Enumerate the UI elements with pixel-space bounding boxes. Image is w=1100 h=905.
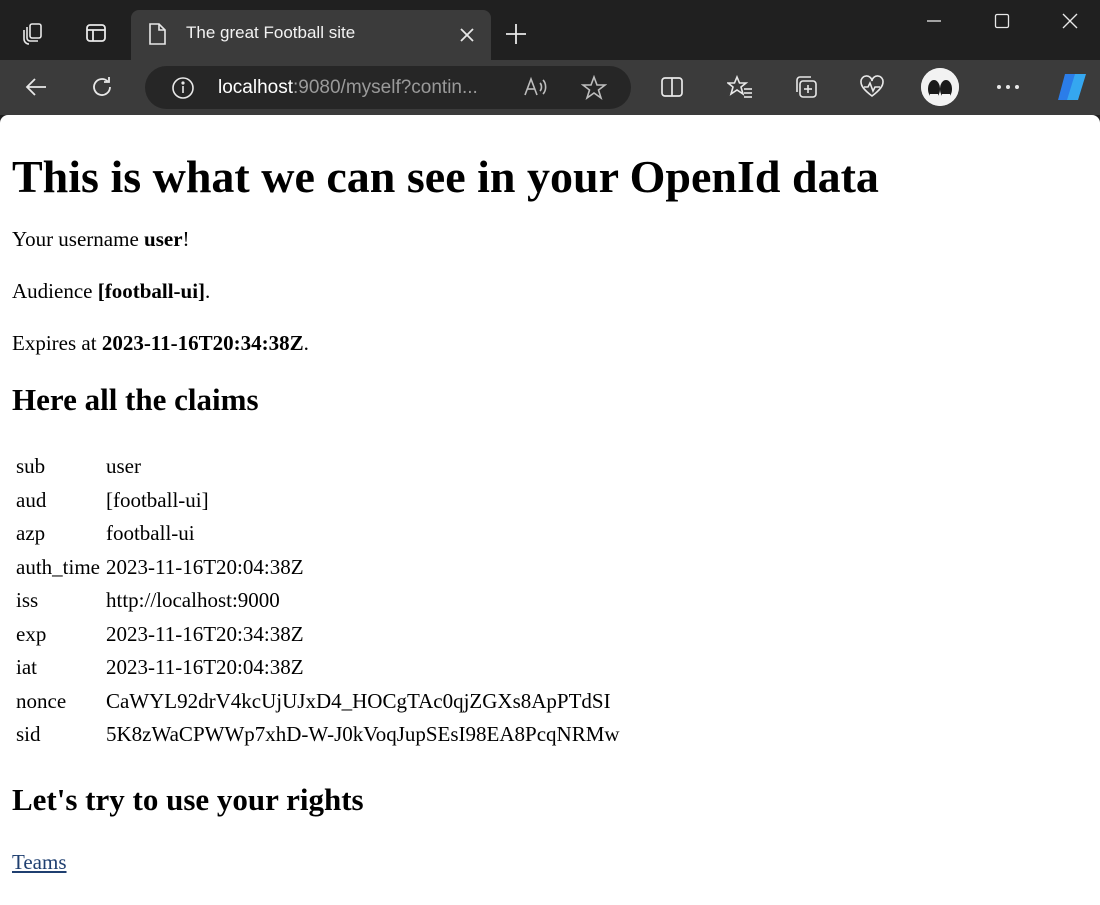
claim-key: aud	[16, 487, 47, 512]
username-suffix: !	[182, 227, 190, 251]
url-path: :9080/myself?contin...	[293, 77, 478, 98]
rights-links: Teams	[12, 849, 1088, 878]
expires-prefix: Expires at	[12, 331, 102, 355]
browser-essentials-icon[interactable]	[852, 67, 892, 107]
close-tab-icon[interactable]	[453, 22, 481, 48]
claim-key: nonce	[16, 688, 67, 713]
collections-icon[interactable]	[786, 67, 826, 107]
claim-row-sid: sid 5K8zWaCPWWp7xhD-W-J0kVoqJupSEsI98EA8…	[14, 719, 622, 751]
claim-row-iss: iss http://localhost:9000	[14, 585, 622, 617]
claim-key: sid	[16, 722, 41, 746]
browser-toolbar: localhost:9080/myself?contin...	[0, 60, 1100, 115]
claim-value: [football-ui]	[105, 487, 209, 512]
close-window-icon[interactable]	[1036, 0, 1100, 42]
profile-avatar[interactable]	[921, 68, 959, 106]
claim-row-iat: iat 2023-11-16T20:04:38Z	[14, 652, 622, 684]
claim-row-auth-time: auth_time 2023-11-16T20:04:38Z	[14, 552, 622, 584]
new-tab-icon[interactable]	[496, 14, 536, 54]
info-icon[interactable]	[171, 76, 195, 105]
rights-heading: Let's try to use your rights	[12, 781, 364, 817]
claim-key: iat	[16, 655, 37, 679]
claim-row-exp: exp 2023-11-16T20:34:38Z	[14, 619, 622, 651]
audience-prefix: Audience	[12, 279, 98, 303]
workspaces-icon[interactable]	[13, 13, 53, 53]
username-prefix: Your username	[12, 227, 145, 251]
tab-bar: The great Football site	[0, 0, 1100, 60]
tab-title: The great Football site	[186, 23, 356, 42]
expires-value: 2023-11-16T20:34:38Z	[101, 331, 304, 355]
audience-line: Audience [football-ui].	[12, 278, 1088, 304]
claims-table: sub user aud [football-ui] azp football-…	[12, 449, 624, 753]
claim-key: sub	[16, 454, 46, 478]
page-icon	[147, 22, 167, 51]
maximize-icon[interactable]	[968, 0, 1036, 42]
expires-suffix: .	[303, 331, 309, 355]
claim-key: auth_time	[16, 554, 100, 579]
address-bar[interactable]: localhost:9080/myself?contin...	[145, 66, 631, 109]
claim-row-aud: aud [football-ui]	[14, 485, 622, 517]
claim-value: CaWYL92drV4kcUjUJxD4_HOCgTAc0qjZGXs8ApPT…	[105, 688, 611, 713]
more-options-icon[interactable]	[988, 67, 1028, 107]
claim-key: exp	[16, 621, 47, 646]
tab-actions-icon[interactable]	[76, 13, 116, 53]
username-value: user	[144, 227, 183, 251]
favorite-star-icon[interactable]	[580, 74, 608, 106]
audience-value: [football-ui]	[97, 279, 206, 303]
claim-value: 2023-11-16T20:34:38Z	[105, 621, 304, 646]
refresh-icon[interactable]	[82, 67, 122, 107]
minimize-icon[interactable]	[900, 0, 968, 42]
active-tab[interactable]: The great Football site	[131, 10, 491, 60]
split-screen-icon[interactable]	[652, 67, 692, 107]
claim-value: 2023-11-16T20:04:38Z	[105, 655, 304, 679]
claim-value: 2023-11-16T20:04:38Z	[105, 554, 304, 579]
favorites-icon[interactable]	[720, 67, 760, 107]
claim-row-azp: azp football-ui	[14, 518, 622, 550]
url-host: localhost	[218, 77, 293, 98]
page-title: This is what we can see in your OpenId d…	[12, 151, 879, 202]
teams-link[interactable]: Teams	[12, 850, 67, 874]
claim-value: http://localhost:9000	[105, 588, 280, 612]
claim-key: iss	[16, 588, 39, 612]
claim-row-sub: sub user	[14, 451, 622, 483]
read-aloud-icon[interactable]	[523, 75, 549, 104]
copilot-icon[interactable]	[1052, 67, 1092, 107]
claim-value: football-ui	[105, 521, 195, 545]
claim-row-nonce: nonce CaWYL92drV4kcUjUJxD4_HOCgTAc0qjZGX…	[14, 686, 622, 718]
claim-value: user	[105, 454, 141, 478]
claims-heading: Here all the claims	[12, 382, 259, 417]
web-page: This is what we can see in your OpenId d…	[0, 115, 1100, 905]
expires-line: Expires at 2023-11-16T20:34:38Z.	[12, 330, 1088, 356]
username-line: Your username user!	[12, 226, 1088, 252]
url-text[interactable]: localhost:9080/myself?contin...	[218, 77, 518, 99]
claim-value: 5K8zWaCPWWp7xhD-W-J0kVoqJupSEsI98EA8PcqN…	[105, 722, 620, 746]
back-icon[interactable]	[16, 67, 56, 107]
audience-suffix: .	[205, 279, 211, 303]
claim-key: azp	[16, 521, 46, 545]
